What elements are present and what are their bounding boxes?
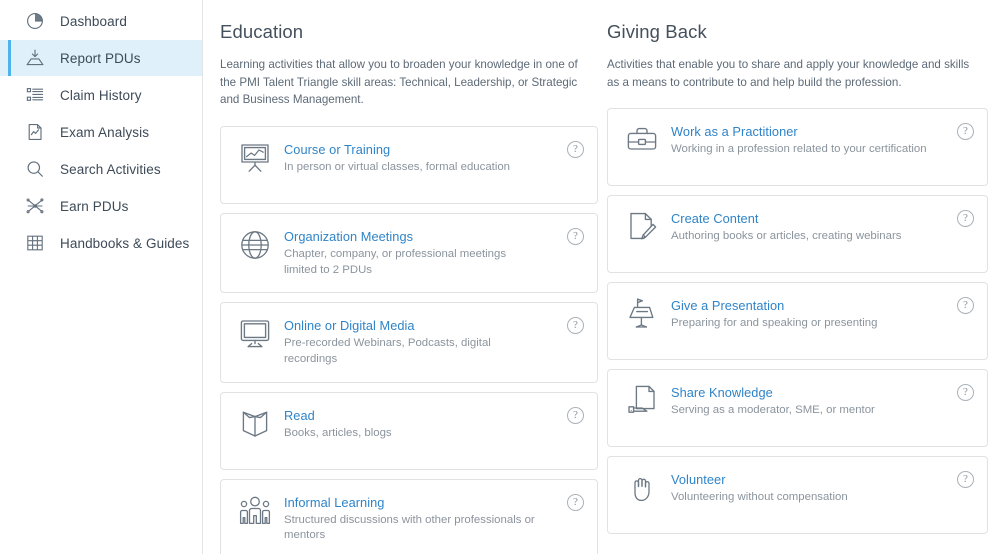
sidebar-item-handbooks-guides[interactable]: Handbooks & Guides	[0, 225, 202, 261]
card-subtitle: Serving as a moderator, SME, or mentor	[671, 404, 875, 417]
main-content: Education Learning activities that allow…	[203, 0, 993, 554]
card-title: Work as a Practitioner	[671, 124, 798, 140]
card-title: Organization Meetings	[284, 228, 414, 244]
giving-back-column: Giving Back Activities that enable you t…	[598, 0, 993, 554]
sidebar-item-label: Exam Analysis	[60, 124, 150, 140]
education-card-list: Course or Training In person or virtual …	[220, 125, 598, 554]
help-icon[interactable]: ?	[957, 123, 974, 141]
card-title: Informal Learning	[284, 494, 385, 510]
card-online-or-digital-media[interactable]: Online or Digital Media Pre-recorded Web…	[220, 302, 598, 383]
card-title: Volunteer	[671, 472, 726, 488]
globe-icon	[235, 227, 275, 267]
document-hand-icon	[622, 383, 662, 423]
sidebar-item-search-activities[interactable]: Search Activities	[0, 151, 202, 187]
sidebar-item-earn-pdus[interactable]: Earn PDUs	[0, 188, 202, 224]
network-icon	[22, 193, 48, 219]
card-work-as-a-practitioner[interactable]: Work as a Practitioner Working in a prof…	[607, 108, 988, 187]
giving-back-card-list: Work as a Practitioner Working in a prof…	[607, 108, 990, 535]
giving-back-description: Activities that enable you to share and …	[607, 58, 970, 89]
card-title: Course or Training	[284, 141, 391, 157]
document-chart-icon	[22, 119, 48, 145]
sidebar-item-label: Handbooks & Guides	[60, 235, 190, 251]
education-title: Education	[220, 21, 304, 42]
grid-icon	[22, 230, 48, 256]
card-subtitle: Preparing for and speaking or presenting	[671, 317, 878, 330]
sidebar-navigation: Dashboard Report PDUs Claim History Exam…	[0, 0, 203, 554]
giving-back-title: Giving Back	[607, 21, 707, 42]
sidebar-item-dashboard[interactable]: Dashboard	[0, 3, 202, 39]
help-icon[interactable]: ?	[567, 317, 584, 335]
document-pencil-icon	[622, 209, 662, 249]
sidebar-item-label: Search Activities	[60, 161, 161, 177]
list-icon	[22, 82, 48, 108]
card-subtitle: Working in a profession related to your …	[671, 143, 927, 156]
card-course-or-training[interactable]: Course or Training In person or virtual …	[220, 125, 598, 204]
card-give-a-presentation[interactable]: Give a Presentation Preparing for and sp…	[607, 282, 988, 361]
open-book-icon	[235, 406, 275, 446]
card-subtitle: Pre-recorded Webinars, Podcasts, digital…	[284, 337, 491, 365]
sidebar-item-claim-history[interactable]: Claim History	[0, 77, 202, 113]
monitor-icon	[235, 316, 275, 356]
card-subtitle: Structured discussions with other profes…	[284, 513, 535, 542]
card-subtitle: Authoring books or articles, creating we…	[671, 230, 902, 243]
card-read[interactable]: Read Books, articles, blogs ?	[220, 391, 598, 470]
sidebar-item-label: Report PDUs	[60, 50, 141, 66]
card-informal-learning[interactable]: Informal Learning Structured discussions…	[220, 478, 598, 554]
sidebar-item-exam-analysis[interactable]: Exam Analysis	[0, 114, 202, 150]
briefcase-icon	[622, 122, 662, 162]
education-column: Education Learning activities that allow…	[203, 0, 598, 554]
education-description: Learning activities that allow you to br…	[220, 58, 578, 107]
help-icon[interactable]: ?	[957, 471, 974, 489]
card-title: Give a Presentation	[671, 298, 785, 314]
card-create-content[interactable]: Create Content Authoring books or articl…	[607, 195, 988, 274]
sidebar-item-label: Claim History	[60, 87, 142, 103]
sidebar-item-label: Earn PDUs	[60, 198, 129, 214]
sidebar-item-report-pdus[interactable]: Report PDUs	[0, 40, 202, 76]
pie-chart-icon	[22, 8, 48, 34]
card-subtitle: Chapter, company, or professional meetin…	[284, 247, 507, 276]
card-title: Online or Digital Media	[284, 318, 415, 334]
help-icon[interactable]: ?	[957, 384, 974, 402]
help-icon[interactable]: ?	[957, 297, 974, 315]
help-icon[interactable]: ?	[567, 227, 584, 245]
help-icon[interactable]: ?	[567, 493, 584, 511]
help-icon[interactable]: ?	[957, 210, 974, 228]
pdu-reporting-page: Dashboard Report PDUs Claim History Exam…	[0, 0, 993, 554]
raised-hand-icon	[622, 470, 662, 510]
podium-icon	[622, 296, 662, 336]
help-icon[interactable]: ?	[567, 140, 584, 158]
card-subtitle: Volunteering without compensation	[671, 491, 848, 504]
card-share-knowledge[interactable]: Share Knowledge Serving as a moderator, …	[607, 369, 988, 448]
card-title: Share Knowledge	[671, 385, 773, 401]
people-group-icon	[235, 493, 275, 533]
search-icon	[22, 156, 48, 182]
card-organization-meetings[interactable]: Organization Meetings Chapter, company, …	[220, 212, 598, 294]
card-volunteer[interactable]: Volunteer Volunteering without compensat…	[607, 456, 988, 535]
card-title: Create Content	[671, 211, 759, 227]
card-title: Read	[284, 407, 315, 423]
inbox-down-icon	[22, 45, 48, 71]
sidebar-item-label: Dashboard	[60, 13, 127, 29]
presentation-board-icon	[235, 140, 275, 180]
card-subtitle: Books, articles, blogs	[284, 426, 392, 439]
card-subtitle: In person or virtual classes, formal edu…	[284, 160, 511, 173]
help-icon[interactable]: ?	[567, 406, 584, 424]
